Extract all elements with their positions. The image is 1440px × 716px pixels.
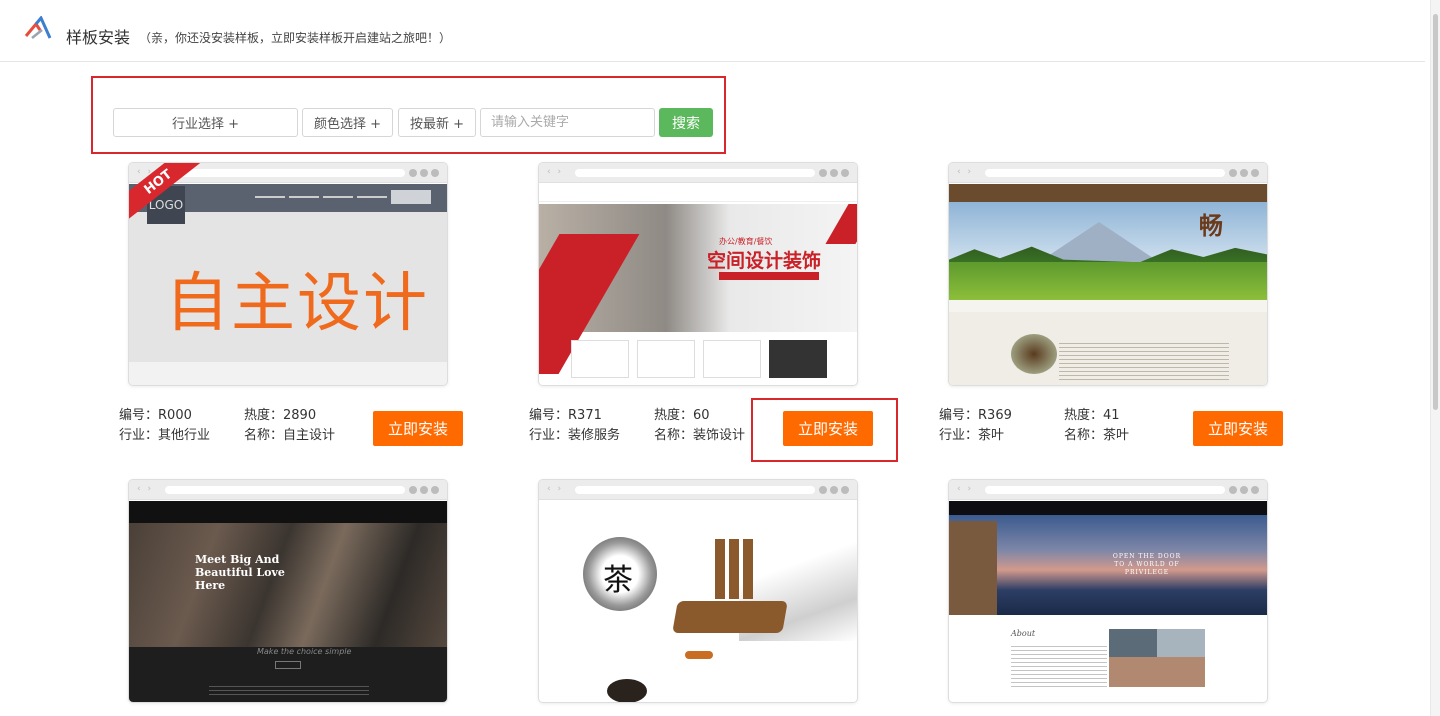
vertical-scrollbar[interactable] xyxy=(1430,0,1440,716)
template-heat: 热度：2890 xyxy=(244,408,317,423)
template-heat: 热度：60 xyxy=(654,408,710,423)
scrollbar-thumb[interactable] xyxy=(1433,14,1438,410)
preview-headline: 自主设计 xyxy=(165,267,429,341)
template-heat: 热度：41 xyxy=(1064,408,1120,423)
logo-icon xyxy=(24,16,52,39)
template-preview: Meet Big And Beautiful Love Here Make th… xyxy=(129,501,447,702)
browser-nav-icon: ‹ › xyxy=(957,484,974,494)
template-card-tea[interactable]: ‹ › 茶 xyxy=(538,479,858,703)
preview-headline: Meet Big And Beautiful Love Here xyxy=(195,553,285,592)
browser-nav-icon: ‹ › xyxy=(957,167,974,177)
template-card-hotel[interactable]: ‹ › OPEN THE DOOR TO A WORLD OF PRIVILEG… xyxy=(948,479,1268,703)
page-subtitle: （亲，你还没安装样板，立即安装样板开启建站之旅吧！） xyxy=(139,31,452,45)
template-industry: 行业：装修服务 xyxy=(529,428,621,443)
template-card-r369[interactable]: ‹ › 畅 xyxy=(948,162,1268,386)
template-id: 编号：R371 xyxy=(529,408,602,423)
hot-badge: HOT xyxy=(129,163,209,223)
template-card-wedding[interactable]: ‹ › Meet Big And Beautiful Love Here Mak… xyxy=(128,479,448,703)
preview-motto: OPEN THE DOOR TO A WORLD OF PRIVILEGE xyxy=(1112,553,1182,576)
browser-bar: ‹ › xyxy=(539,480,857,500)
template-card-r371[interactable]: ‹ › 办公/教育/餐饮 空间设计装饰 xyxy=(538,162,858,386)
industry-select[interactable]: 行业选择 + xyxy=(113,108,298,137)
preview-sub: Make the choice simple xyxy=(257,647,352,656)
browser-bar: ‹ › xyxy=(129,480,447,500)
browser-bar: ‹ › xyxy=(949,163,1267,183)
sort-newest-select[interactable]: 按最新 + xyxy=(398,108,476,137)
browser-nav-icon: ‹ › xyxy=(547,484,564,494)
browser-bar: ‹ › xyxy=(539,163,857,183)
template-industry: 行业：其他行业 xyxy=(119,428,211,443)
install-button-r000[interactable]: 立即安装 xyxy=(373,411,463,446)
browser-nav-icon: ‹ › xyxy=(547,167,564,177)
search-input[interactable] xyxy=(480,108,655,137)
color-select[interactable]: 颜色选择 + xyxy=(302,108,393,137)
template-preview: 办公/教育/餐饮 空间设计装饰 xyxy=(539,184,857,385)
install-button-r371[interactable]: 立即安装 xyxy=(783,411,873,446)
template-preview: 茶 xyxy=(539,501,857,702)
search-button[interactable]: 搜索 xyxy=(659,108,713,137)
preview-glyph: 畅 xyxy=(1199,212,1223,240)
template-name: 名称：装饰设计 xyxy=(654,428,746,443)
browser-bar: ‹ › xyxy=(949,480,1267,500)
preview-glyph: 茶 xyxy=(603,563,633,598)
browser-nav-icon: ‹ › xyxy=(137,484,154,494)
template-id: 编号：R000 xyxy=(119,408,192,423)
preview-about: About xyxy=(1011,629,1036,638)
template-industry: 行业：茶叶 xyxy=(939,428,1005,443)
template-name: 名称：茶叶 xyxy=(1064,428,1130,443)
page-header: 样板安装 （亲，你还没安装样板，立即安装样板开启建站之旅吧！） xyxy=(0,0,1425,62)
install-button-r369[interactable]: 立即安装 xyxy=(1193,411,1283,446)
template-card-r000[interactable]: ‹ › LOGO 自主设计 HOT xyxy=(128,162,448,386)
template-preview: 畅 xyxy=(949,184,1267,385)
template-id: 编号：R369 xyxy=(939,408,1012,423)
template-preview: OPEN THE DOOR TO A WORLD OF PRIVILEGE Ab… xyxy=(949,501,1267,702)
template-name: 名称：自主设计 xyxy=(244,428,336,443)
page-title: 样板安装 xyxy=(66,28,131,47)
preview-headline: 空间设计装饰 xyxy=(707,250,822,272)
